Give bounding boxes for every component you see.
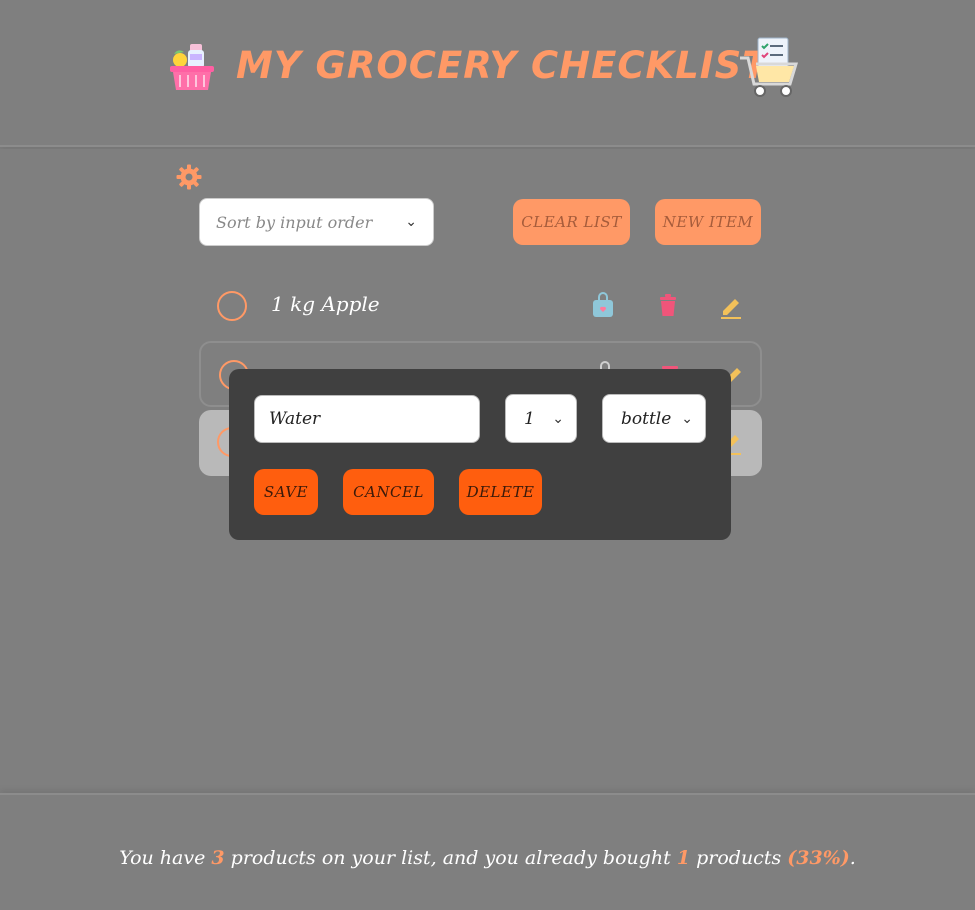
item-label: 1 kg Apple bbox=[271, 292, 380, 316]
item-name-input[interactable]: Water bbox=[254, 395, 480, 443]
gear-icon[interactable] bbox=[176, 164, 202, 190]
pencil-icon[interactable] bbox=[718, 291, 744, 319]
bought-count: 1 bbox=[676, 847, 691, 869]
total-count: 3 bbox=[211, 847, 225, 869]
grocery-basket-icon bbox=[170, 44, 214, 90]
trash-icon[interactable] bbox=[655, 291, 681, 319]
edit-item-modal: Water 1 ⌄ bottle ⌄ SAVE CANCEL DELETE bbox=[229, 369, 731, 540]
chevron-down-icon: ⌄ bbox=[552, 410, 564, 427]
summary-end: . bbox=[849, 847, 856, 869]
list-item: 1 kg Apple bbox=[199, 274, 762, 340]
clear-list-button[interactable]: CLEAR LIST bbox=[513, 199, 630, 245]
save-button[interactable]: SAVE bbox=[254, 469, 318, 515]
footer: You have 3 products on your list, and yo… bbox=[0, 793, 975, 910]
bought-percent: (33%) bbox=[787, 847, 850, 869]
unit-value: bottle bbox=[621, 408, 672, 429]
summary-text: You have 3 products on your list, and yo… bbox=[0, 847, 975, 869]
cancel-button[interactable]: CANCEL bbox=[343, 469, 434, 515]
delete-button[interactable]: DELETE bbox=[459, 469, 542, 515]
sort-select[interactable]: Sort by input order ⌄ bbox=[199, 198, 434, 246]
summary-middle: products on your list, and you already b… bbox=[224, 847, 677, 869]
sort-select-value: Sort by input order bbox=[216, 212, 373, 232]
chevron-down-icon: ⌄ bbox=[405, 214, 417, 230]
quantity-value: 1 bbox=[524, 408, 535, 429]
shopping-bag-icon[interactable] bbox=[590, 291, 616, 319]
check-circle[interactable] bbox=[217, 291, 247, 321]
summary-prefix: You have bbox=[119, 847, 212, 869]
summary-products: products bbox=[690, 847, 788, 869]
unit-select[interactable]: bottle ⌄ bbox=[602, 394, 706, 443]
shopping-cart-checklist-icon bbox=[740, 37, 798, 97]
header: MY GROCERY CHECKLIST bbox=[0, 0, 975, 147]
new-item-button[interactable]: NEW ITEM bbox=[655, 199, 761, 245]
quantity-select[interactable]: 1 ⌄ bbox=[505, 394, 577, 443]
chevron-down-icon: ⌄ bbox=[681, 410, 693, 427]
page-title: MY GROCERY CHECKLIST bbox=[236, 44, 769, 87]
